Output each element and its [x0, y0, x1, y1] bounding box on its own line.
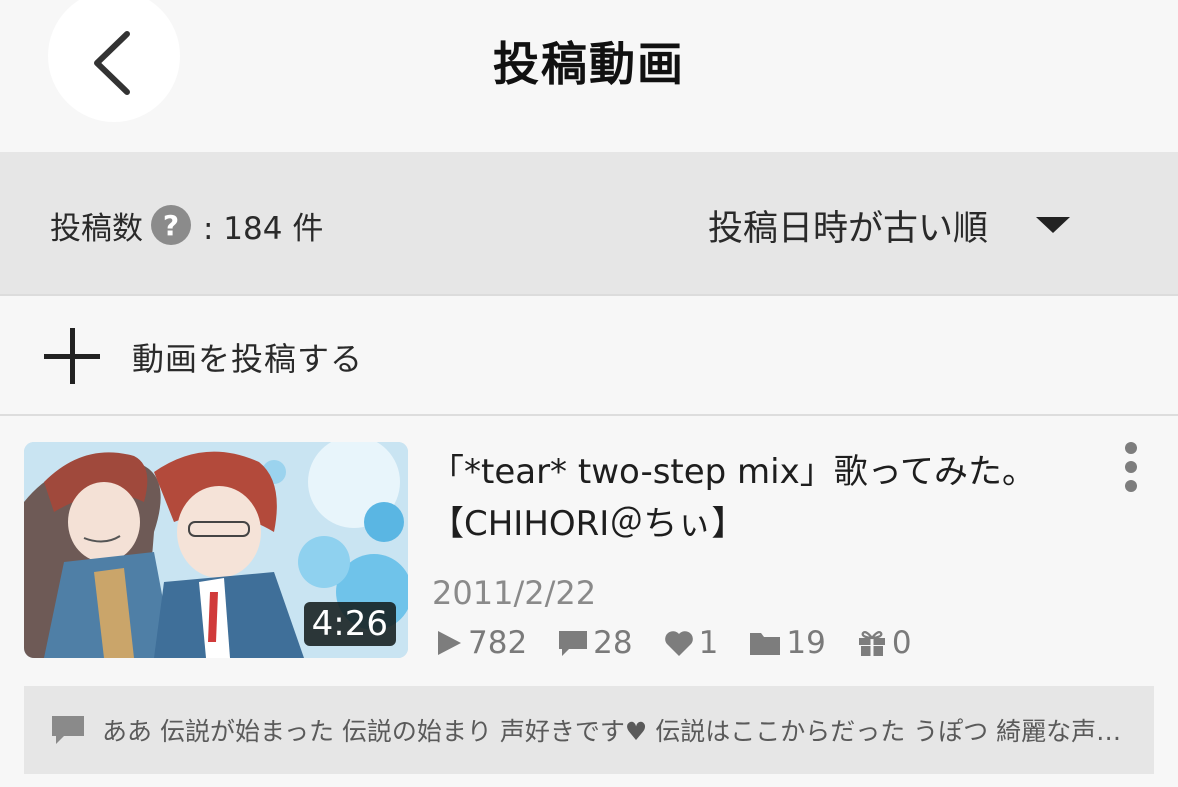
video-title[interactable]: 「*tear* two-step mix」歌ってみた。【CHIHORI＠ちぃ】 — [430, 446, 1110, 550]
play-icon — [438, 631, 461, 655]
plus-icon — [44, 328, 100, 384]
sort-bar: 投稿数 ? : 184 件 投稿日時が古い順 — [0, 152, 1178, 296]
like-count-value: 1 — [698, 625, 719, 661]
gift-count: 0 — [856, 625, 912, 661]
latest-comments-text: ああ 伝説が始まった 伝説の始まり 声好きです♥ 伝説はここからだった うぽつ … — [102, 717, 1132, 746]
gift-icon — [858, 631, 885, 656]
mylist-count: 19 — [748, 625, 826, 661]
view-count: 782 — [434, 625, 527, 661]
post-count: 投稿数 ? : 184 件 — [50, 202, 323, 248]
add-video-button[interactable]: 動画を投稿する — [0, 298, 1178, 416]
like-count: 1 — [663, 625, 719, 661]
video-thumbnail[interactable]: 4:26 — [24, 442, 408, 658]
app-header: 投稿動画 — [0, 0, 1178, 152]
help-icon[interactable]: ? — [151, 205, 191, 245]
post-count-label: 投稿数 — [50, 210, 143, 247]
sort-order-label: 投稿日時が古い順 — [708, 208, 989, 249]
more-options-icon[interactable] — [1120, 442, 1142, 492]
heart-icon — [664, 631, 693, 656]
view-count-value: 782 — [468, 625, 528, 661]
sort-order-dropdown[interactable]: 投稿日時が古い順 — [708, 200, 1071, 250]
video-duration: 4:26 — [303, 602, 396, 646]
video-post-date: 2011/2/22 — [432, 574, 597, 612]
video-stats: 782 28 1 19 0 — [434, 622, 942, 664]
page-title: 投稿動画 — [493, 37, 685, 91]
post-count-value: : 184 件 — [203, 210, 324, 247]
comment-count-value: 28 — [593, 625, 633, 661]
comment-icon — [52, 716, 84, 744]
video-list-item[interactable]: 4:26 「*tear* two-step mix」歌ってみた。【CHIHORI… — [0, 418, 1178, 787]
caret-down-icon — [1036, 217, 1071, 233]
mylist-count-value: 19 — [786, 625, 826, 661]
folder-icon — [750, 633, 781, 655]
comment-icon — [559, 631, 588, 656]
add-video-label: 動画を投稿する — [132, 340, 364, 378]
gift-count-value: 0 — [891, 625, 912, 661]
latest-comments[interactable]: ああ 伝説が始まった 伝説の始まり 声好きです♥ 伝説はここからだった うぽつ … — [24, 686, 1154, 774]
comment-count: 28 — [557, 625, 633, 661]
